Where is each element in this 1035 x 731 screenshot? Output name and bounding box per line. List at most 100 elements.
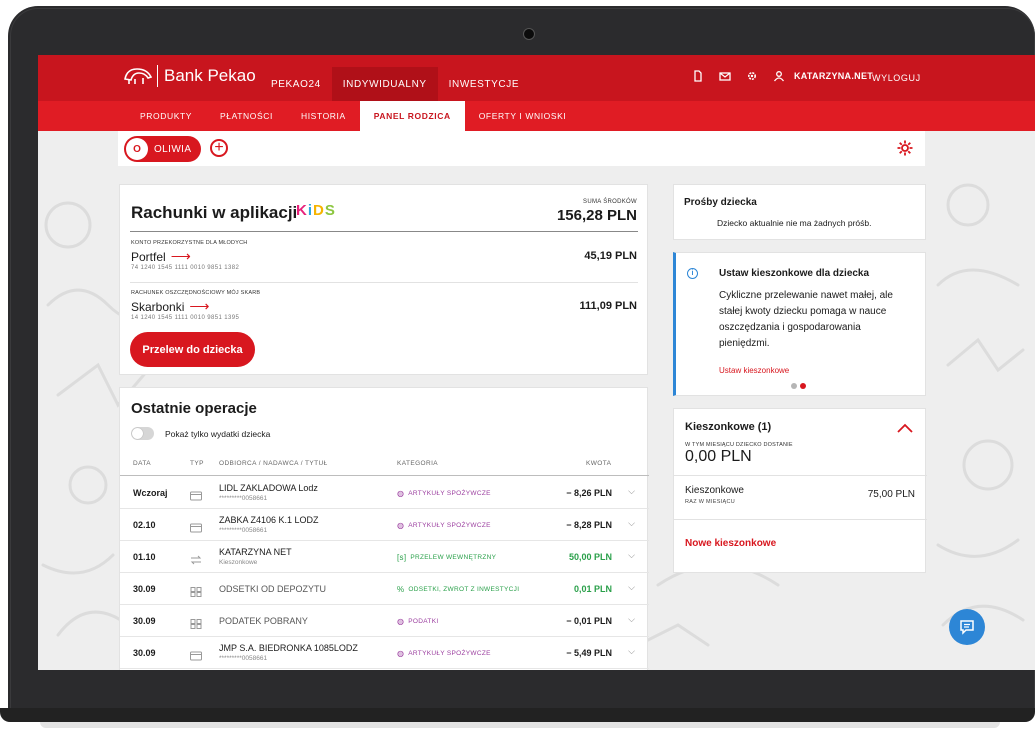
divider [130,282,638,283]
operation-date: 30.09 [133,584,156,594]
column-header: DATA [133,460,151,467]
new-allowance-link[interactable]: Nowe kieszonkowe [685,538,776,549]
table-row[interactable]: 02.10 ZABKA Z4106 K.1 LODZ *********005866… [120,509,649,541]
document-icon[interactable] [691,69,705,83]
allowance-frequency: RAZ W MIESIĄCU [685,499,736,505]
tab-pekao24[interactable]: PEKAO24 [260,67,332,101]
allowance-name[interactable]: Kieszonkowe [685,485,744,496]
bison-logo-icon [124,68,153,84]
column-header: KWOTA [586,460,612,467]
tab-platnosci[interactable]: PŁATNOŚCI [206,101,287,131]
operation-detail: *********0058661 [219,495,268,502]
chevron-down-icon[interactable]: ⌵ [628,550,635,561]
tab-oferty-i-wnioski[interactable]: OFERTY I WNIOSKI [465,101,581,131]
recent-operations-card: Ostatnie operacje Pokaż tylko wydatki dz… [119,387,649,670]
accounts-title: Rachunki w aplikacji [131,203,298,222]
add-child-icon[interactable]: + [210,139,228,157]
bank-logo[interactable]: Bank Pekao [123,65,256,87]
laptop-shadow [40,722,1000,728]
segment-tabs: PEKAO24 INDYWIDUALNY INWESTYCJE [260,67,530,101]
tab-inwestycje[interactable]: INWESTYCJE [438,67,530,101]
operation-counterparty: ZABKA Z4106 K.1 LODZ [219,515,319,525]
operation-date: 02.10 [133,520,156,530]
account-link-skarbonki[interactable]: Skarbonki ⟶ [131,298,209,315]
chevron-down-icon[interactable]: ⌵ [628,518,635,529]
table-row[interactable]: 30.09 JMP S.A. BIEDRONKA 1085LODZ ********… [120,637,649,669]
child-requests-card: Prośby dziecka Dziecko aktualnie nie ma … [673,184,926,240]
set-allowance-link[interactable]: Ustaw kieszonkowe [719,366,789,375]
account-link-portfel[interactable]: Portfel ⟶ [131,248,191,265]
bank-name: Bank Pekao [164,66,256,85]
operation-amount: − 5,49 PLN [566,648,612,658]
chevron-down-icon[interactable]: ⌵ [628,486,635,497]
operation-category: ◍ PODATKI [397,617,439,626]
operation-date: 30.09 [133,616,156,626]
arrow-right-icon: ⟶ [189,298,210,314]
child-expenses-toggle[interactable] [131,427,154,440]
table-row[interactable]: 30.09 ODSETKI OD DEPOZYTU % ODSETKI, ZWROT … [120,573,649,605]
laptop-base [0,708,1035,722]
user-name[interactable]: KATARZYNA.NET [794,71,873,81]
promo-title: Ustaw kieszonkowe dla dziecka [719,268,870,279]
card-type-icon [190,648,202,661]
chevron-down-icon[interactable]: ⌵ [628,582,635,593]
pocket-money-title: Kieszonkowe (1) [685,421,772,433]
operation-amount: − 8,26 PLN [566,488,612,498]
logout-link[interactable]: WYLOGUJ [872,73,921,83]
tab-indywidualny[interactable]: INDYWIDUALNY [331,67,438,101]
account-type: RACHUNEK OSZCZĘDNOŚCIOWY MÓJ SKARB [131,290,261,296]
account-number: 74 1240 1545 1111 0010 9851 1382 [131,265,240,271]
column-header: TYP [190,460,204,467]
user-icon[interactable] [772,69,786,83]
tab-produkty[interactable]: PRODUKTY [126,101,206,131]
sum-value: 156,28 PLN [556,207,637,224]
transfer-to-child-button[interactable]: Przelew do dziecka [130,332,255,367]
other-type-icon [190,584,202,597]
column-header: KATEGORIA [397,460,439,467]
category-icon: ◍ [397,489,405,498]
tab-historia[interactable]: HISTORIA [287,101,360,131]
operations-title: Ostatnie operacje [131,400,257,417]
chevron-up-icon[interactable] [897,423,913,433]
requests-text: Dziecko aktualnie nie ma żadnych próśb. [717,218,872,228]
category-icon: ◍ [397,649,405,658]
table-row[interactable]: 30.09 PODATEK POBRANY ◍ PODATKI − 0,01 PLN ⌵ [120,605,649,637]
tab-panel-rodzica[interactable]: PANEL RODZICA [359,101,465,131]
pocket-money-card: Kieszonkowe (1) W TYM MIESIĄCU DZIECKO D… [673,408,927,573]
table-row[interactable]: Wczoraj LIDL ZAKLADOWA Lodz *********00586… [120,477,649,509]
chat-button[interactable] [949,609,985,645]
chevron-down-icon[interactable]: ⌵ [628,614,635,625]
operation-detail: Kieszonkowe [219,559,258,566]
category-icon: % [397,585,405,594]
pocket-money-amount: 0,00 PLN [685,448,752,465]
operation-date: 30.09 [133,648,156,658]
mail-icon[interactable] [718,69,732,83]
chevron-down-icon[interactable]: ⌵ [628,646,635,657]
child-name: OLIWIA [154,143,192,155]
allowance-promo-card: i Ustaw kieszonkowe dla dziecka Cykliczn… [673,252,926,396]
operation-counterparty: LIDL ZAKLADOWA Lodz [219,483,318,493]
settings-icon[interactable] [745,69,759,83]
table-row[interactable]: 01.10 KATARZYNA NET Kieszonkowe [s] PRZELEW … [120,541,649,573]
operation-counterparty: ODSETKI OD DEPOZYTU [219,584,327,594]
screen: Bank Pekao PEKAO24 INDYWIDUALNY INWESTYC… [38,55,1035,670]
account-balance: 111,09 PLN [579,300,638,312]
operation-date: Wczoraj [133,488,168,498]
kids-logo: KiDS [296,202,336,219]
child-selector-bar: O OLIWIA + [118,131,925,166]
operation-category: ◍ ARTYKUŁY SPOŻYWCZE [397,489,491,498]
operation-counterparty: PODATEK POBRANY [219,616,308,626]
carousel-dot[interactable] [791,383,797,389]
divider [674,475,927,476]
card-type-icon [190,520,202,533]
transfer-type-icon [190,552,202,565]
table-header: DATA TYP ODBIORCA / NADAWCA / TYTUŁ KATE… [120,456,649,476]
operation-detail: *********0058661 [219,527,268,534]
child-chip[interactable]: O OLIWIA [124,136,201,162]
carousel-dot-active[interactable] [800,383,806,389]
category-icon: ◍ [397,617,405,626]
operation-counterparty: KATARZYNA NET [219,547,292,557]
account-balance: 45,19 PLN [584,250,637,262]
operation-amount: − 8,28 PLN [566,520,612,530]
gear-icon[interactable] [896,139,914,157]
